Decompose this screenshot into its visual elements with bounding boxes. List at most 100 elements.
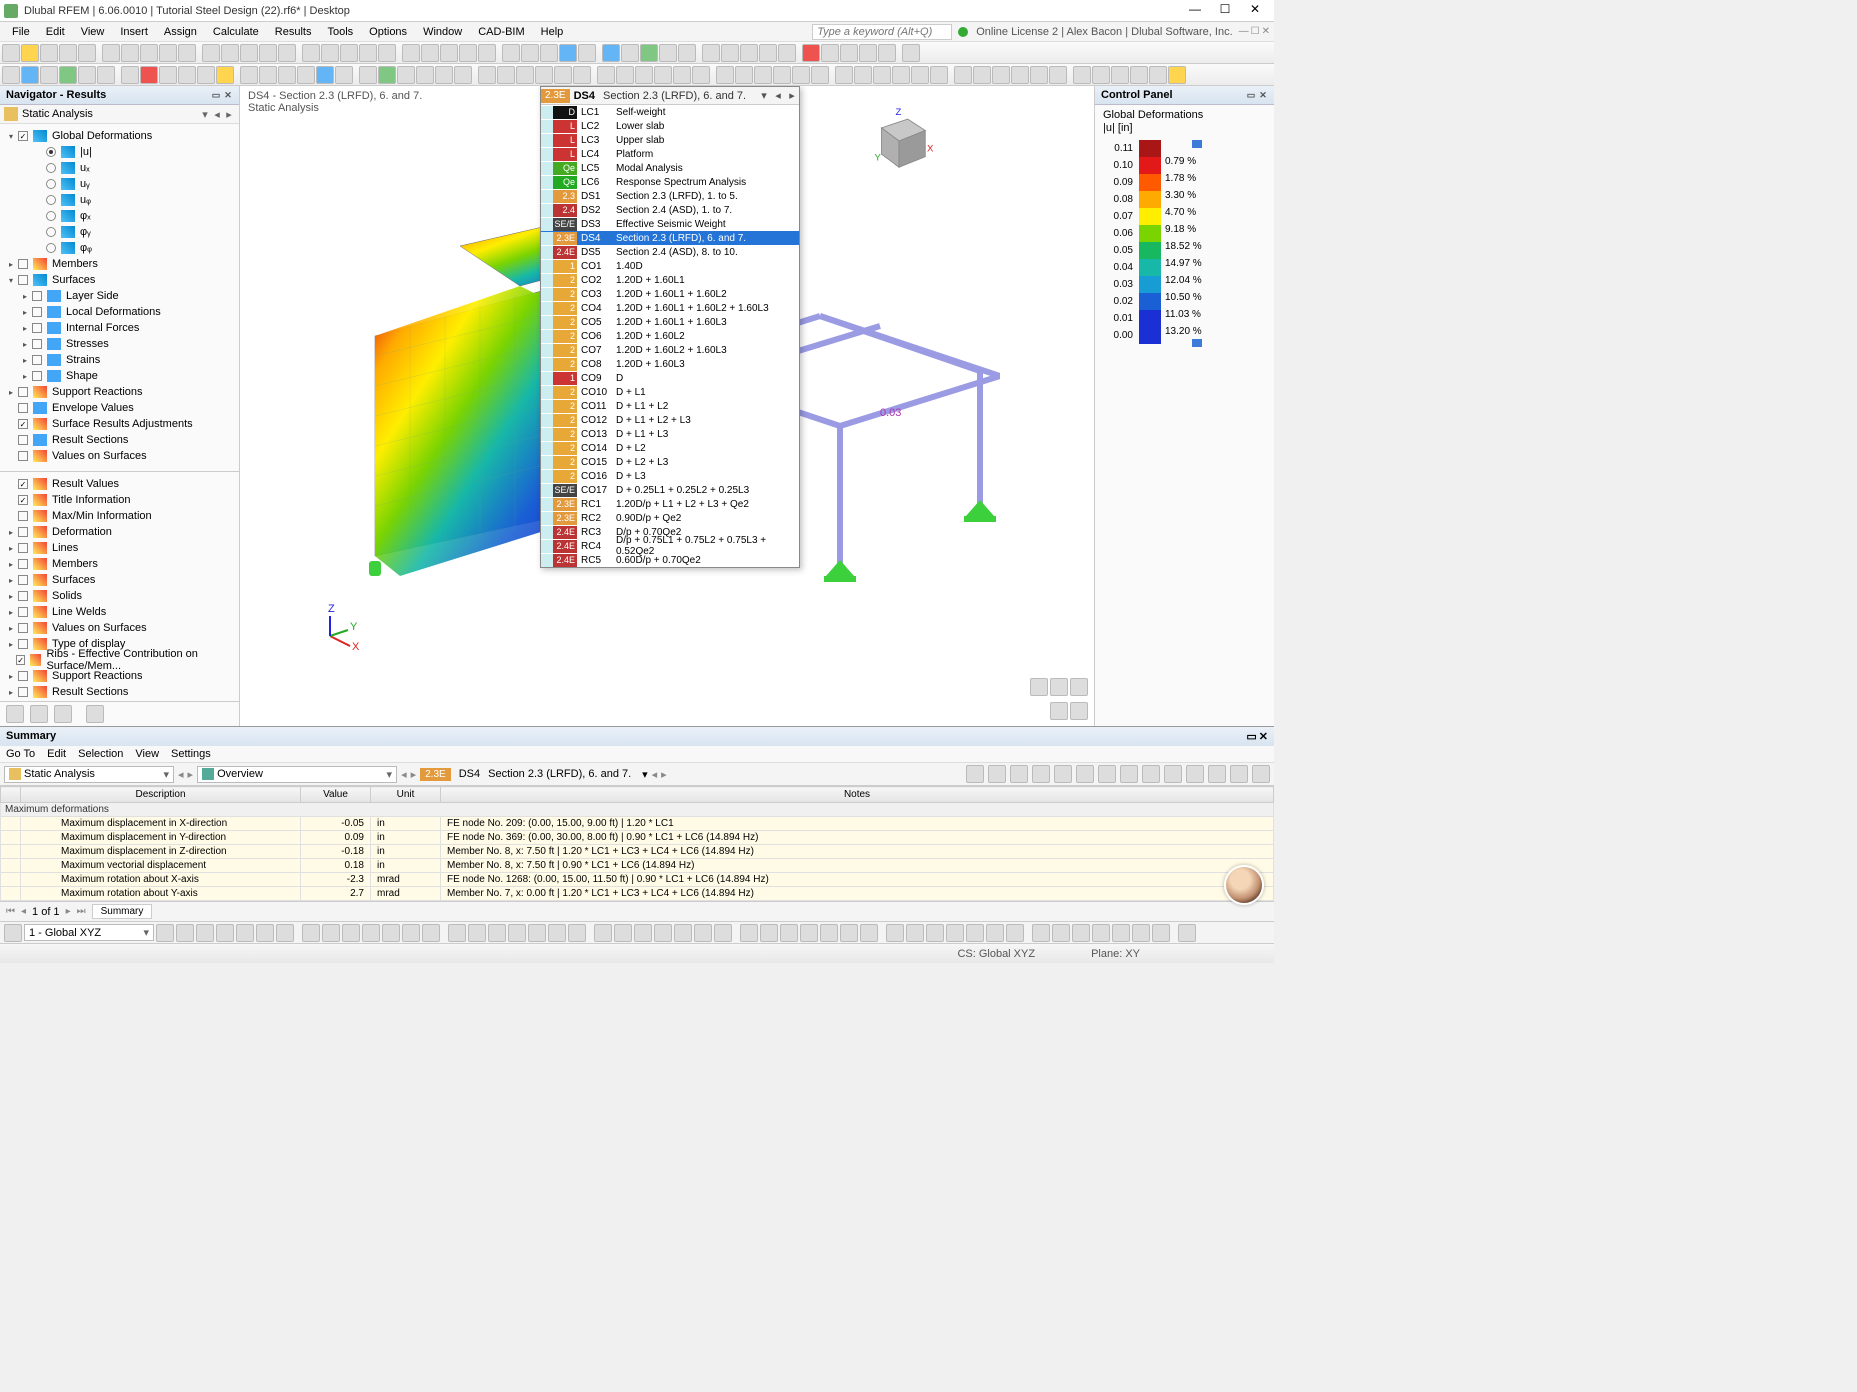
viewport[interactable]: DS4 - Section 2.3 (LRFD), 6. and 7. Stat… <box>240 86 1094 726</box>
toolbar-button[interactable] <box>735 66 753 84</box>
toolbar-button[interactable] <box>21 66 39 84</box>
toolbar-button[interactable] <box>102 44 120 62</box>
toolbar-button[interactable] <box>792 66 810 84</box>
toolbar-button[interactable] <box>397 66 415 84</box>
table-row[interactable]: Maximum rotation about Y-axis2.7mradMemb… <box>1 887 1274 901</box>
dropdown-item[interactable]: 2CO16D + L3 <box>541 469 799 483</box>
status-toolbar-button[interactable] <box>1092 924 1110 942</box>
tree-item[interactable]: uₓ <box>0 160 239 176</box>
toolbar-button[interactable] <box>259 44 277 62</box>
checkbox[interactable] <box>18 527 28 537</box>
toolbar-button[interactable] <box>678 44 696 62</box>
radio-button[interactable] <box>46 195 56 205</box>
radio-button[interactable] <box>46 211 56 221</box>
status-toolbar-button[interactable] <box>614 924 632 942</box>
status-toolbar-button[interactable] <box>1052 924 1070 942</box>
toolbar-button[interactable] <box>540 44 558 62</box>
toolbar-button[interactable] <box>616 66 634 84</box>
status-toolbar-button[interactable] <box>548 924 566 942</box>
toolbar-button[interactable] <box>878 44 896 62</box>
prev-button[interactable]: ◂ <box>178 768 184 781</box>
prev-button[interactable]: ◂ <box>401 768 407 781</box>
tree-item[interactable]: Envelope Values <box>0 400 239 416</box>
radio-button[interactable] <box>46 147 56 157</box>
summary-toolbar-button[interactable] <box>966 765 984 783</box>
toolbar-button[interactable] <box>178 44 196 62</box>
tree-item[interactable]: ▸Support Reactions <box>0 384 239 400</box>
radio-button[interactable] <box>46 163 56 173</box>
dropdown-item[interactable]: DLC1Self-weight <box>541 105 799 119</box>
dropdown-item[interactable]: 2CO15D + L2 + L3 <box>541 455 799 469</box>
dropdown-item[interactable]: 2.3ERC11.20D/p + L1 + L2 + L3 + Qe2 <box>541 497 799 511</box>
toolbar-button[interactable] <box>402 44 420 62</box>
summary-overview-select[interactable]: Overview ▾ <box>197 766 397 783</box>
menu-help[interactable]: Help <box>533 24 572 40</box>
toolbar-button[interactable] <box>992 66 1010 84</box>
tree-toolbar-button[interactable] <box>86 705 104 723</box>
prev-button[interactable]: ◂ <box>771 89 785 102</box>
tree-item[interactable]: Result Sections <box>0 432 239 448</box>
tree-toolbar-button[interactable] <box>6 705 24 723</box>
checkbox[interactable] <box>18 543 28 553</box>
toolbar-button[interactable] <box>416 66 434 84</box>
summary-toolbar-button[interactable] <box>1032 765 1050 783</box>
toolbar-button[interactable] <box>259 66 277 84</box>
dropdown-item[interactable]: QeLC6Response Spectrum Analysis <box>541 175 799 189</box>
menu-cad-bim[interactable]: CAD-BIM <box>470 24 532 40</box>
status-toolbar-button[interactable] <box>1112 924 1130 942</box>
toolbar-button[interactable] <box>892 66 910 84</box>
menu-window[interactable]: Window <box>415 24 470 40</box>
summary-menu-item[interactable]: Edit <box>47 748 66 760</box>
toolbar-button[interactable] <box>435 66 453 84</box>
next-button[interactable]: ▸ <box>188 768 194 781</box>
tree-item[interactable]: ▸Strains <box>0 352 239 368</box>
toolbar-button[interactable] <box>121 44 139 62</box>
toolbar-button[interactable] <box>1030 66 1048 84</box>
checkbox[interactable] <box>18 511 28 521</box>
toolbar-button[interactable] <box>278 66 296 84</box>
toolbar-button[interactable] <box>359 44 377 62</box>
toolbar-button[interactable] <box>302 44 320 62</box>
dropdown-item[interactable]: 2CO10D + L1 <box>541 385 799 399</box>
toolbar-button[interactable] <box>478 66 496 84</box>
summary-toolbar-button[interactable] <box>1186 765 1204 783</box>
checkbox[interactable]: ✓ <box>18 479 28 489</box>
status-toolbar-button[interactable] <box>236 924 254 942</box>
radio-button[interactable] <box>46 243 56 253</box>
summary-toolbar-button[interactable] <box>1120 765 1138 783</box>
toolbar-button[interactable] <box>621 44 639 62</box>
toolbar-button[interactable] <box>930 66 948 84</box>
toolbar-button[interactable] <box>454 66 472 84</box>
table-row[interactable]: Maximum vectorial displacement0.18inMemb… <box>1 859 1274 873</box>
summary-toolbar-button[interactable] <box>1054 765 1072 783</box>
toolbar-button[interactable] <box>497 66 515 84</box>
toolbar-button[interactable] <box>459 44 477 62</box>
checkbox[interactable] <box>18 575 28 585</box>
toolbar-button[interactable] <box>573 66 591 84</box>
status-toolbar-button[interactable] <box>322 924 340 942</box>
summary-toolbar-button[interactable] <box>988 765 1006 783</box>
toolbar-button[interactable] <box>240 66 258 84</box>
viewport-tool-button[interactable] <box>1050 678 1068 696</box>
search-input[interactable] <box>812 24 952 40</box>
prev-page-button[interactable]: ◂ <box>21 906 26 917</box>
table-row[interactable]: Maximum displacement in X-direction-0.05… <box>1 817 1274 831</box>
toolbar-button[interactable] <box>954 66 972 84</box>
dropdown-item[interactable]: QeLC5Modal Analysis <box>541 161 799 175</box>
dropdown-item[interactable]: 2CO41.20D + 1.60L1 + 1.60L2 + 1.60L3 <box>541 301 799 315</box>
toolbar-button[interactable] <box>40 44 58 62</box>
dropdown-item[interactable]: 2CO71.20D + 1.60L2 + 1.60L3 <box>541 343 799 357</box>
checkbox[interactable] <box>18 607 28 617</box>
status-button[interactable] <box>4 924 22 942</box>
status-toolbar-button[interactable] <box>488 924 506 942</box>
toolbar-button[interactable] <box>702 44 720 62</box>
toolbar-button[interactable] <box>221 44 239 62</box>
toolbar-button[interactable] <box>516 66 534 84</box>
dropdown-item[interactable]: 2CO12D + L1 + L2 + L3 <box>541 413 799 427</box>
dropdown-item[interactable]: 2CO51.20D + 1.60L1 + 1.60L3 <box>541 315 799 329</box>
toolbar-button[interactable] <box>340 44 358 62</box>
tree-item[interactable]: ▸Members <box>0 556 239 572</box>
toolbar-button[interactable] <box>121 66 139 84</box>
menu-insert[interactable]: Insert <box>112 24 156 40</box>
status-toolbar-button[interactable] <box>926 924 944 942</box>
